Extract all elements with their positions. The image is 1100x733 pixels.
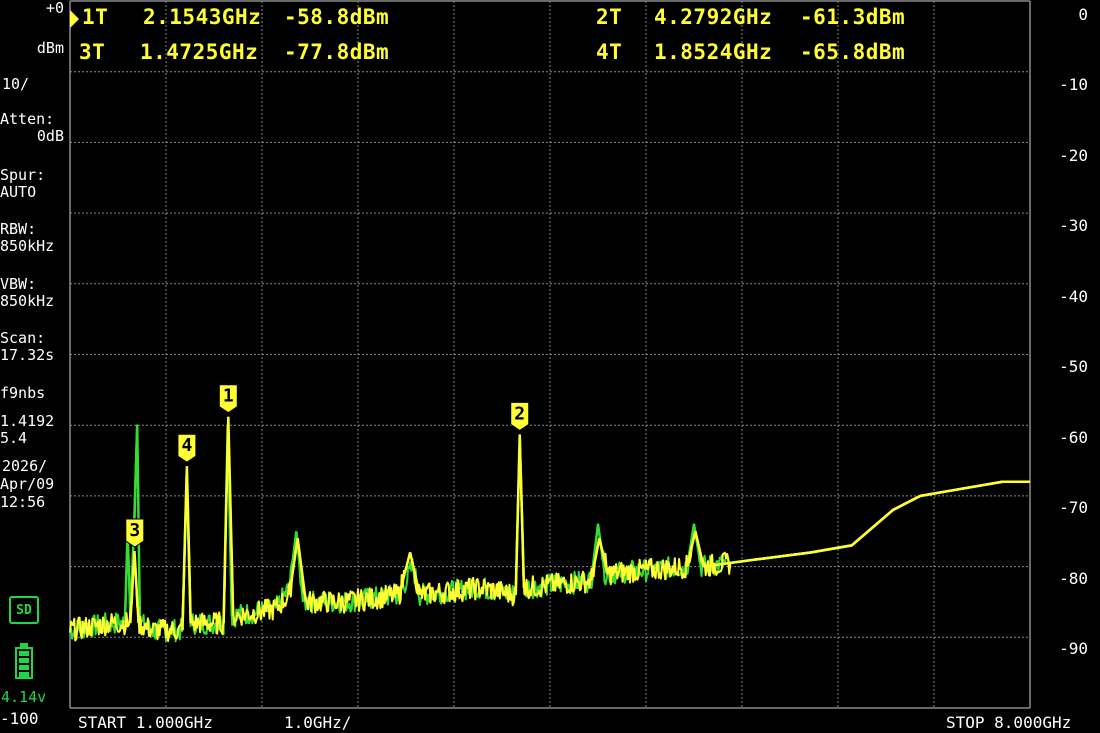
marker-flag-1[interactable]: 1 (218, 384, 238, 414)
vbw-value: 850kHz (0, 292, 55, 310)
y-label-30: -30 (1059, 216, 1088, 235)
atten-value: 0dB (36, 127, 64, 145)
trace-peak (514, 434, 526, 595)
marker-2-level: -61.3dBm (800, 5, 906, 29)
marker-3-freq: 1.4725GHz (140, 40, 259, 64)
marker-flag-label: 3 (129, 520, 140, 541)
rbw-label: RBW: (0, 220, 37, 238)
rbw-value: 850kHz (0, 237, 55, 255)
spur-value: AUTO (0, 183, 37, 201)
marker-1-id[interactable]: 1T (82, 5, 108, 29)
ref-unit: dBm (36, 39, 64, 57)
y-label-70: -70 (1059, 498, 1088, 517)
marker-1-level: -58.8dBm (284, 5, 390, 29)
y-label-60: -60 (1059, 428, 1088, 447)
marker-4-id[interactable]: 4T (596, 40, 622, 64)
scan-value: 17.32s (0, 346, 55, 364)
battery-icon (15, 643, 33, 679)
spur-label: Spur: (0, 166, 46, 184)
marker-3-id[interactable]: 3T (79, 40, 105, 64)
y-label-20: -20 (1059, 146, 1088, 165)
ref-level: +0 (45, 0, 64, 17)
marker-flag-4[interactable]: 4 (177, 433, 197, 463)
vbw-label: VBW: (0, 275, 37, 293)
trace-peak (892, 487, 962, 512)
trace-peak (892, 487, 962, 512)
info-value-2: 5.4 (0, 429, 28, 447)
date-month-day: Apr/09 (0, 475, 55, 493)
time: 12:56 (0, 493, 46, 511)
spectrum-analyzer-screen: 1 2 3 4 +0 dBm 10/ Atten: 0dB Spur: AUTO RB… (0, 0, 1100, 733)
grid (69, 0, 1031, 709)
sd-card-icon: SD (9, 596, 39, 624)
trace-peak (222, 416, 235, 624)
start-frequency: START 1.000GHz (78, 713, 213, 732)
marker-flag-label: 2 (514, 403, 525, 424)
y-label-0: 0 (1078, 5, 1088, 24)
marker-flag-3[interactable]: 3 (125, 518, 145, 548)
scale-per-div: 10/ (2, 75, 30, 93)
marker-flag-2[interactable]: 2 (510, 401, 530, 431)
stop-frequency: STOP 8.000GHz (946, 713, 1072, 732)
marker-2-id[interactable]: 2T (596, 5, 622, 29)
scan-label: Scan: (0, 329, 46, 347)
atten-label: Atten: (0, 110, 55, 128)
marker-1-freq: 2.1543GHz (143, 5, 262, 29)
active-marker-arrow-icon (70, 10, 79, 28)
marker-4-level: -65.8dBm (800, 40, 906, 64)
trace-peak (810, 509, 894, 554)
trace-peak (181, 466, 192, 631)
bottom-level: -100 (0, 709, 39, 728)
y-label-80: -80 (1059, 569, 1088, 588)
marker-flag-label: 4 (181, 435, 192, 456)
y-label-50: -50 (1059, 357, 1088, 376)
y-label-10: -10 (1059, 75, 1088, 94)
info-value: 1.4192 (0, 412, 55, 430)
battery-voltage: 4.14v (1, 688, 47, 706)
y-label-90: -90 (1059, 639, 1088, 658)
marker-4-freq: 1.8524GHz (654, 40, 773, 64)
info-label: f9nbs (0, 384, 46, 402)
marker-flag-label: 1 (223, 386, 234, 407)
marker-2-freq: 4.2792GHz (654, 5, 773, 29)
marker-3-level: -77.8dBm (284, 40, 390, 64)
trace-peak (850, 494, 921, 547)
frequency-per-div: 1.0GHz/ (284, 713, 352, 732)
trace-peak (961, 480, 1030, 491)
y-label-40: -40 (1059, 287, 1088, 306)
spectrum-plot: 1 2 3 4 (69, 0, 1031, 709)
date-year: 2026/ (2, 457, 48, 475)
